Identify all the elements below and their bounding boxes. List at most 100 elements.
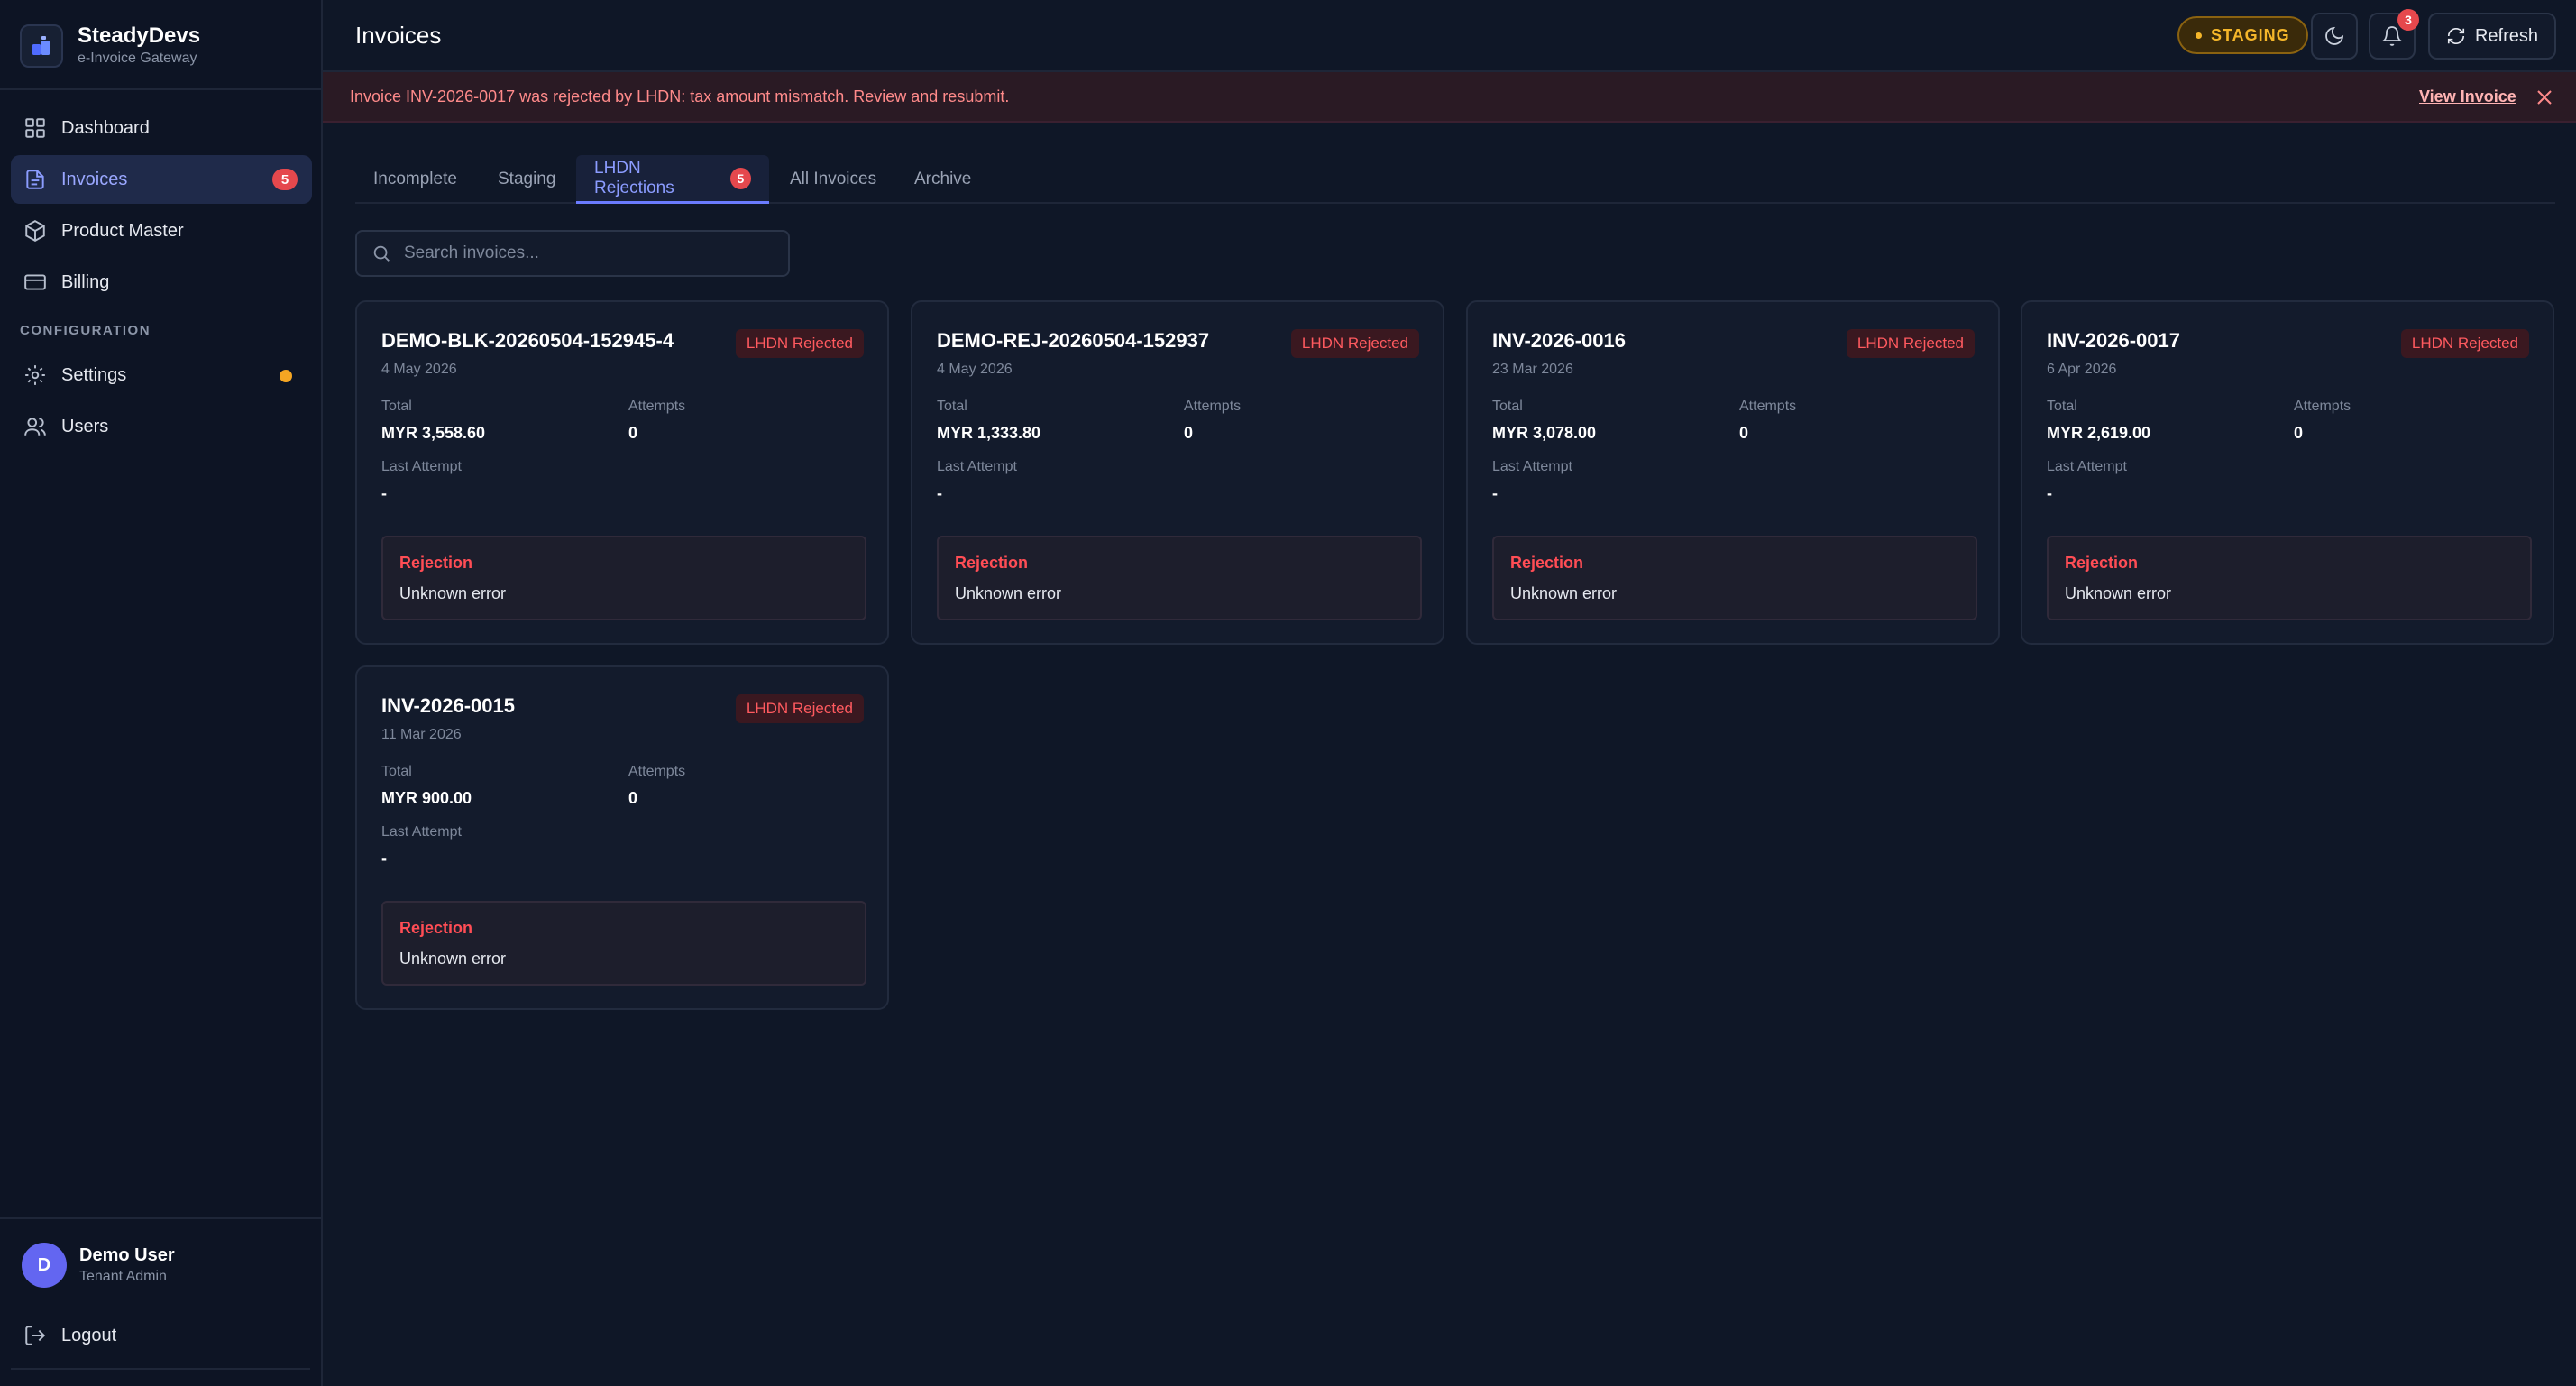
total-value: MYR 3,078.00 bbox=[1492, 424, 1597, 442]
users-icon bbox=[24, 418, 46, 436]
bell-icon bbox=[2381, 26, 2403, 46]
invoice-card[interactable]: DEMO-REJ-20260504-152937 LHDN Rejected 4… bbox=[911, 300, 1444, 645]
tab-count-badge: 5 bbox=[729, 167, 751, 189]
search-icon bbox=[373, 245, 390, 262]
last-attempt-label: Last Attempt bbox=[381, 824, 462, 840]
sidebar-item-label: Product Master bbox=[61, 220, 184, 241]
rejection-box: Rejection Unknown error bbox=[937, 536, 1422, 620]
sidebar-divider bbox=[11, 1368, 310, 1370]
tab-archive[interactable]: Archive bbox=[896, 155, 989, 204]
sidebar-item-settings[interactable]: Settings bbox=[11, 351, 312, 399]
rejection-box: Rejection Unknown error bbox=[1492, 536, 1977, 620]
sidebar-item-invoices[interactable]: Invoices 5 bbox=[11, 155, 312, 204]
alert-message: Invoice INV-2026-0017 was rejected by LH… bbox=[350, 87, 1010, 106]
tab-all-invoices[interactable]: All Invoices bbox=[772, 155, 894, 204]
status-dot-icon bbox=[2196, 32, 2202, 39]
attempts-label: Attempts bbox=[628, 764, 686, 779]
top-header: Invoices STAGING 3 Refresh bbox=[323, 0, 2576, 72]
sidebar-divider bbox=[0, 88, 321, 90]
sidebar-item-label: Settings bbox=[61, 364, 127, 385]
tab-staging[interactable]: Staging bbox=[480, 155, 573, 204]
tab-incomplete[interactable]: Incomplete bbox=[355, 155, 475, 204]
invoice-date: 11 Mar 2026 bbox=[381, 727, 462, 742]
last-attempt-label: Last Attempt bbox=[381, 459, 462, 474]
user-role: Tenant Admin bbox=[79, 1269, 167, 1284]
sidebar-item-users[interactable]: Users bbox=[11, 402, 312, 451]
attempts-value: 0 bbox=[1739, 424, 1749, 442]
tab-label: Archive bbox=[914, 170, 972, 188]
attempts-value: 0 bbox=[2294, 424, 2304, 442]
invoice-card[interactable]: INV-2026-0016 LHDN Rejected 23 Mar 2026 … bbox=[1466, 300, 2000, 645]
rejection-title: Rejection bbox=[399, 919, 473, 937]
rejection-box: Rejection Unknown error bbox=[2047, 536, 2532, 620]
status-badge: LHDN Rejected bbox=[735, 329, 864, 358]
last-attempt-value: - bbox=[2047, 484, 2052, 502]
notifications-button[interactable]: 3 bbox=[2369, 9, 2419, 60]
logout-button[interactable]: Logout bbox=[11, 1311, 312, 1360]
status-badge: LHDN Rejected bbox=[735, 694, 864, 723]
total-value: MYR 2,619.00 bbox=[2047, 424, 2151, 442]
section-label-configuration: CONFIGURATION bbox=[20, 323, 151, 338]
attempts-label: Attempts bbox=[2294, 399, 2351, 414]
last-attempt-label: Last Attempt bbox=[2047, 459, 2127, 474]
file-text-icon bbox=[26, 170, 44, 189]
last-attempt-value: - bbox=[1492, 484, 1498, 502]
attempts-value: 0 bbox=[1184, 424, 1194, 442]
sidebar-item-product-master[interactable]: Product Master bbox=[11, 207, 312, 255]
invoices-count-badge: 5 bbox=[272, 169, 298, 190]
invoice-card[interactable]: INV-2026-0017 LHDN Rejected 6 Apr 2026 T… bbox=[2021, 300, 2554, 645]
notification-count-badge: 3 bbox=[2397, 9, 2419, 31]
credit-card-icon bbox=[24, 274, 46, 290]
invoice-date: 4 May 2026 bbox=[381, 362, 457, 377]
close-icon[interactable] bbox=[2534, 87, 2555, 108]
invoice-card[interactable]: INV-2026-0015 LHDN Rejected 11 Mar 2026 … bbox=[355, 665, 889, 1010]
rejection-reason: Unknown error bbox=[399, 950, 507, 968]
status-badge: LHDN Rejected bbox=[1290, 329, 1419, 358]
invoice-tabs: Incomplete Staging LHDN Rejections 5 All… bbox=[355, 155, 2555, 204]
theme-toggle-button[interactable] bbox=[2311, 13, 2358, 60]
sidebar-item-label: Users bbox=[61, 416, 109, 436]
refresh-button[interactable]: Refresh bbox=[2428, 13, 2556, 60]
tab-label: All Invoices bbox=[790, 170, 877, 188]
rejection-reason: Unknown error bbox=[1510, 584, 1618, 602]
avatar: D bbox=[22, 1243, 67, 1288]
last-attempt-label: Last Attempt bbox=[937, 459, 1017, 474]
refresh-label: Refresh bbox=[2474, 25, 2539, 46]
rejection-box: Rejection Unknown error bbox=[381, 536, 866, 620]
refresh-icon bbox=[2447, 27, 2465, 45]
brand[interactable]: SteadyDevs e-Invoice Gateway bbox=[20, 22, 200, 70]
page-title: Invoices bbox=[355, 22, 442, 49]
total-value: MYR 900.00 bbox=[381, 789, 472, 807]
moon-icon bbox=[2325, 26, 2344, 45]
view-invoice-link[interactable]: View Invoice bbox=[2419, 87, 2516, 106]
invoice-id: INV-2026-0016 bbox=[1492, 329, 1626, 352]
invoice-card[interactable]: DEMO-BLK-20260504-152945-4 LHDN Rejected… bbox=[355, 300, 889, 645]
last-attempt-label: Last Attempt bbox=[1492, 459, 1572, 474]
tab-label: LHDN Rejections bbox=[594, 158, 674, 197]
settings-attention-dot bbox=[280, 370, 292, 382]
total-label: Total bbox=[1492, 399, 1523, 414]
sidebar-item-billing[interactable]: Billing bbox=[11, 258, 312, 307]
invoice-id: DEMO-BLK-20260504-152945-4 bbox=[381, 329, 674, 352]
total-value: MYR 3,558.60 bbox=[381, 424, 486, 442]
grid-icon bbox=[25, 118, 45, 138]
tab-label: Incomplete bbox=[373, 170, 457, 188]
box-icon bbox=[25, 220, 45, 242]
attempts-label: Attempts bbox=[1739, 399, 1797, 414]
environment-badge: STAGING bbox=[2177, 16, 2308, 54]
rejection-title: Rejection bbox=[955, 554, 1029, 572]
attempts-label: Attempts bbox=[1184, 399, 1242, 414]
last-attempt-value: - bbox=[381, 484, 387, 502]
search-box[interactable] bbox=[355, 230, 790, 277]
tab-lhdn-rejections[interactable]: LHDN Rejections 5 bbox=[576, 155, 769, 204]
user-name: Demo User bbox=[79, 1245, 175, 1265]
sidebar: SteadyDevs e-Invoice Gateway Dashboard I… bbox=[0, 0, 323, 1386]
rejection-reason: Unknown error bbox=[955, 584, 1062, 602]
rejection-alert-banner: Invoice INV-2026-0017 was rejected by LH… bbox=[323, 72, 2576, 123]
status-badge: LHDN Rejected bbox=[1846, 329, 1975, 358]
search-input[interactable] bbox=[404, 243, 783, 263]
attempts-value: 0 bbox=[628, 789, 638, 807]
environment-label: STAGING bbox=[2211, 25, 2290, 44]
sidebar-item-dashboard[interactable]: Dashboard bbox=[11, 104, 312, 152]
user-profile[interactable]: D Demo User Tenant Admin bbox=[22, 1243, 175, 1288]
